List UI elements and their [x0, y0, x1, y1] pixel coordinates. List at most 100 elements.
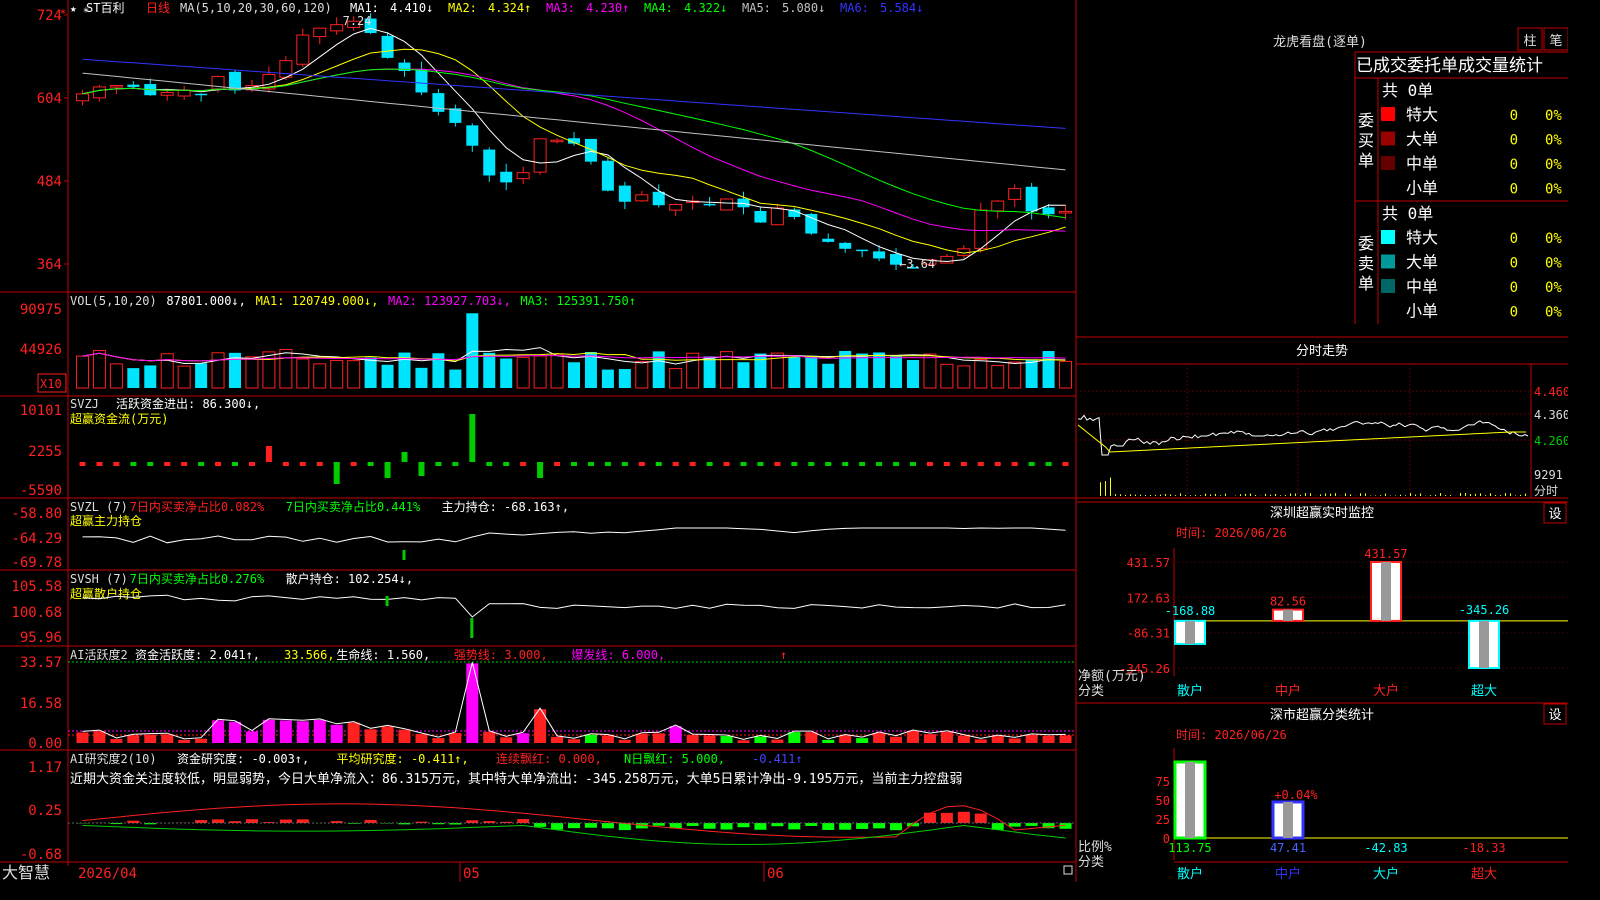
activity-bar [279, 720, 292, 743]
svsh-header-item: 7日内买卖净占比0.276% [130, 571, 265, 586]
holding-tick [402, 550, 406, 560]
research-bar [703, 823, 716, 829]
candle [618, 181, 631, 209]
research-bar [788, 823, 801, 830]
arrow-icon: ↑ [780, 648, 787, 662]
legend-swatch [1381, 230, 1395, 244]
volume-bar [788, 357, 801, 388]
flow-bar [537, 462, 544, 478]
stats-ylabel: 比例% [1078, 840, 1112, 855]
volume-bar [313, 363, 327, 389]
flow-bar [994, 462, 1001, 466]
stats-axis-label: 75 [1156, 775, 1170, 789]
svsh-header-item: 散户持仓: 102.254↓, [286, 571, 413, 586]
activity-bar [856, 738, 869, 743]
flow-bar [757, 462, 764, 466]
research-bar [923, 812, 936, 823]
candle-body [618, 185, 631, 202]
side-label: 单 [1358, 274, 1374, 293]
brand-logo: 大智慧 [2, 863, 50, 882]
ai2-header-item: 资金研究度: -0.003↑, [177, 751, 309, 766]
flow-bar [571, 462, 577, 466]
candle-body [1008, 188, 1022, 200]
intraday-vol-bar [1240, 494, 1241, 496]
order-total: 共 0单 [1382, 204, 1433, 223]
flow-bar [1062, 462, 1069, 466]
flow-bar [147, 462, 154, 466]
ai2-axis-label: 1.17 [28, 760, 62, 776]
intraday-vol-bar [1320, 494, 1321, 496]
activity-bar [703, 735, 716, 743]
net-flow-category: 超大 [1471, 684, 1497, 699]
research-bar [229, 821, 242, 823]
stats-xlabel: 分类 [1078, 855, 1104, 870]
legend-swatch [1381, 254, 1395, 269]
period-label[interactable]: 日线 [146, 1, 170, 15]
monitor-ylabel: 净额(万元) [1078, 669, 1146, 684]
tick-mode-label[interactable]: 笔 [1549, 33, 1562, 49]
research-bar [534, 823, 547, 827]
stats-settings-label[interactable]: 设 [1548, 708, 1561, 723]
activity-bar [635, 733, 648, 743]
flow-bar [215, 462, 222, 466]
bar-mode-label[interactable]: 柱 [1523, 34, 1536, 49]
ai1-axis-label: 16.58 [20, 696, 62, 712]
vol-header-item: VOL(5,10,20) [70, 294, 157, 308]
order-row-name: 特大 [1406, 228, 1438, 247]
intraday-vol-bar [1290, 493, 1291, 496]
intraday-vol-label: 9291 [1534, 468, 1563, 482]
ai1-axis-label: 0.00 [28, 736, 62, 752]
ai1-axis-label: 33.57 [20, 655, 62, 671]
volume-bar [703, 356, 716, 388]
svzl-header-item: SVZL (7) [70, 500, 128, 514]
intraday-vol-bar [1375, 495, 1376, 496]
intraday-vol-bar [1140, 494, 1141, 496]
activity-bar [652, 733, 665, 743]
volume-bar [296, 358, 310, 389]
intraday-vol-bar [1505, 493, 1506, 496]
flow-bar [842, 462, 849, 466]
candle [432, 88, 445, 116]
ma-value: 4.324↑ [488, 1, 531, 15]
flow-bar [452, 462, 459, 466]
side-label: 卖 [1358, 254, 1374, 273]
activity-bar [822, 739, 835, 743]
volume-bar [1059, 360, 1073, 389]
ma-label: MA1: [350, 1, 379, 15]
candle [466, 123, 479, 152]
volume-bar [195, 363, 208, 388]
order-total: 共 0单 [1382, 81, 1433, 100]
ai2-header-item: 连续飘红: 0.000, [496, 751, 602, 766]
holding-tick [385, 596, 389, 606]
side-label: 委 [1358, 111, 1374, 130]
intraday-vol-bar [1330, 493, 1331, 496]
intraday-vol-bar [1515, 495, 1516, 496]
volume-bar [890, 356, 903, 388]
flow-bar [621, 462, 628, 466]
research-bar [449, 823, 462, 825]
research-bar [601, 823, 614, 829]
activity-bar [313, 719, 326, 743]
activity-bar [551, 736, 564, 743]
vol-header-item: MA1: 120749.000↓, [256, 294, 379, 308]
ma-label: MA6: [840, 1, 869, 15]
flow-bar [554, 462, 561, 466]
candle-body [720, 198, 734, 211]
timeline-date: 2026/04 [78, 866, 137, 882]
vol-unit: X10 [40, 377, 62, 391]
intraday-vol-bar [1360, 493, 1361, 496]
activity-bar [517, 733, 530, 743]
volume-bar [940, 363, 954, 389]
ai2-header-item: -0.411↑ [752, 752, 803, 766]
monitor-settings-label[interactable]: 设 [1548, 507, 1561, 522]
candle [296, 28, 310, 68]
candle-body [770, 207, 784, 226]
net-flow-category: 大户 [1373, 683, 1399, 699]
timeline-month: 06 [767, 866, 784, 882]
stock-name[interactable]: ST百利 [86, 1, 124, 15]
intraday-vol-bar [1325, 493, 1326, 496]
ratio-value: 47.41 [1270, 841, 1306, 855]
activity-bar [415, 734, 428, 743]
flow-bar [909, 462, 916, 466]
candle [449, 104, 462, 127]
